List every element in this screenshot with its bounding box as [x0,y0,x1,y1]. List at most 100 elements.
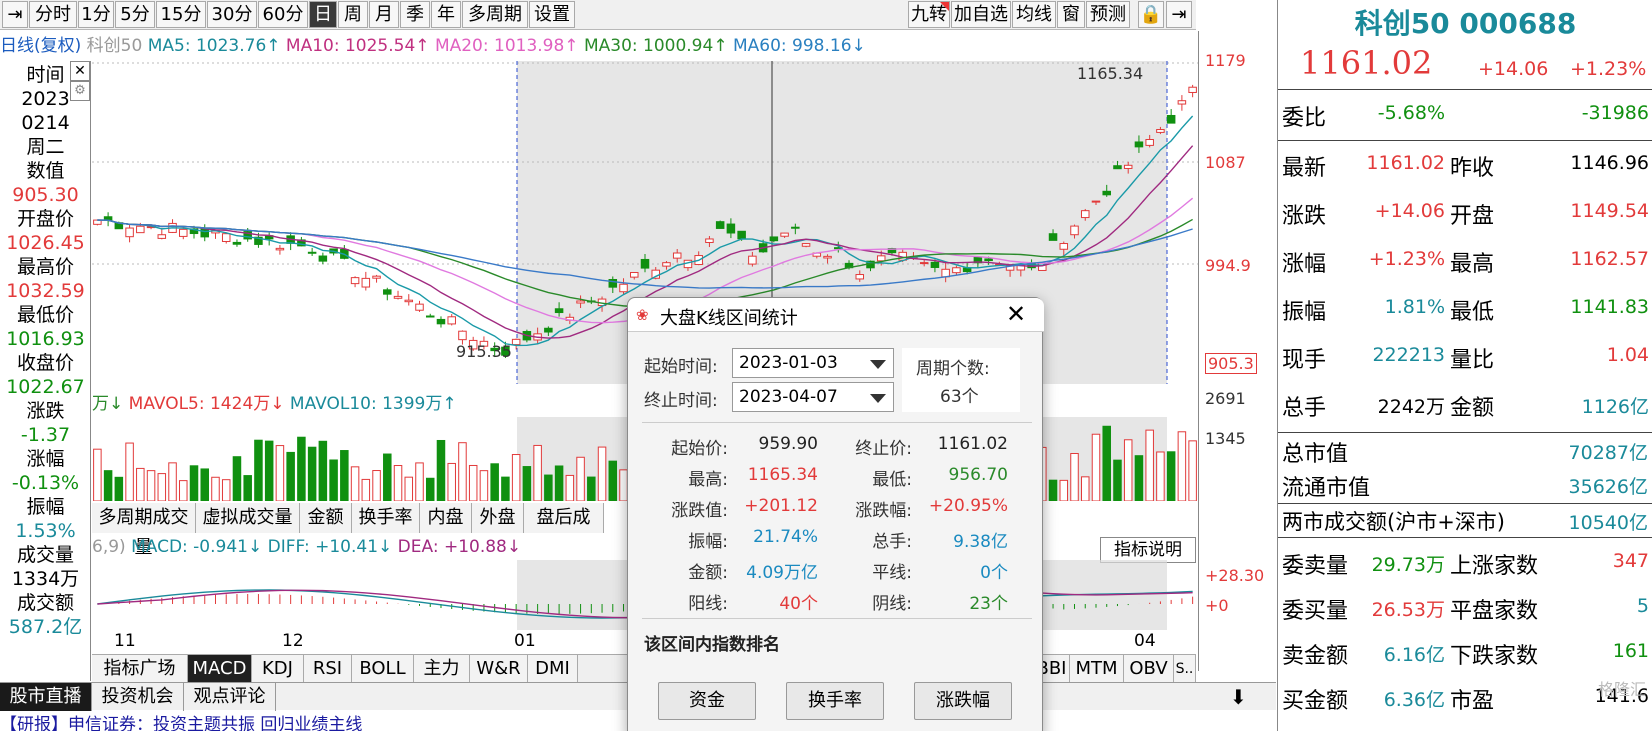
volume-bar [1059,479,1069,501]
total-mktcap-label: 总市值 [1282,442,1349,467]
start-date-select[interactable]: 2023-01-03 [732,348,894,378]
tab-turnover[interactable]: 换手率 [352,503,420,533]
tab-main-force[interactable]: 主力 [414,655,470,683]
chart-mode[interactable]: 日线(复权) [0,36,81,56]
tab-virtual-volume[interactable]: 虚拟成交量 [196,503,300,533]
volume-bar [1156,451,1165,501]
ma-button[interactable]: 均线 [1012,1,1056,28]
toggle-panel-icon[interactable]: ⇥ [2,1,28,28]
row-ask-vol: 委卖量 29.73万 上涨家数 347 [1282,550,1649,579]
tab-opportunity[interactable]: 投资机会 [92,683,184,711]
float-mktcap-label: 流通市值 [1282,476,1371,501]
tab-kdj[interactable]: KDJ [252,655,304,683]
macd-tick-2: +0 [1205,596,1229,615]
tab-15min[interactable]: 15分 [156,1,206,28]
close-icon[interactable]: ✕ [70,61,90,81]
tab-intraday[interactable]: 分时 [29,1,77,28]
candle-body [1102,190,1111,196]
stat-value: +201.12 [744,496,818,516]
tab-dmi[interactable]: DMI [528,655,578,683]
expand-icon[interactable]: ⇥ [1166,1,1192,28]
tab-more[interactable]: S.. [1174,655,1196,683]
tab-30min[interactable]: 30分 [207,1,257,28]
volume-bar [221,479,231,501]
tab-after-hours[interactable]: 盘后成 [524,503,604,533]
tab-quarterly[interactable]: 季 [400,1,430,28]
close-icon[interactable]: ✕ [1006,300,1026,328]
row-weibi: 委比 -5.68% -31986 [1282,102,1649,131]
tab-weekly[interactable]: 周 [338,1,368,28]
stat-label: 平线: [872,563,912,583]
tab-daily[interactable]: 日 [309,1,337,28]
tab-rsi[interactable]: RSI [304,655,352,683]
jiuzhuan-button[interactable]: 九转 [908,1,950,28]
gear-icon[interactable]: ⚙ [70,81,90,101]
rank-title: 该区间内指数排名 [644,635,780,655]
tab-outer[interactable]: 外盘 [472,503,524,533]
amount-value: 587.2亿 [8,616,83,638]
tab-1min[interactable]: 1分 [78,1,114,28]
settings-button[interactable]: 设置 [529,1,575,28]
candle-body [1145,139,1154,146]
tab-boll[interactable]: BOLL [352,655,414,683]
tab-monthly[interactable]: 月 [369,1,399,28]
stat-value: 956.70 [948,465,1008,485]
rank-turnover-button[interactable]: 换手率 [786,682,884,720]
pct-label: 涨幅 [26,448,65,470]
tab-indicator-plaza[interactable]: 指标广场 [92,655,188,683]
tab-inner[interactable]: 内盘 [420,503,472,533]
low-value: 1016.93 [6,328,85,350]
candle-body [952,267,961,274]
tab-60min[interactable]: 60分 [258,1,308,28]
tab-yearly[interactable]: 年 [431,1,461,28]
row-buy-amt: 买金额 6.36亿 市盈 141.6 [1282,685,1649,714]
lock-icon[interactable]: 🔒 [1138,1,1164,28]
tab-wr[interactable]: W&R [470,655,528,683]
volume-bar [522,466,532,501]
volume-bar [1134,455,1144,501]
add-watchlist-button[interactable]: 加自选 [951,1,1011,28]
tab-amount[interactable]: 金额 [300,503,352,533]
candle-body [458,330,467,341]
volume-bar [511,454,521,501]
amp-label: 振幅 [26,496,65,518]
high-value: 1032.59 [6,280,85,302]
high-label: 最高价 [16,256,74,278]
tab-multi-period-volume[interactable]: 多周期成交量 [92,503,196,558]
candle-body [383,289,392,295]
forecast-button[interactable]: 预测 [1086,1,1130,28]
volume-bar [1113,459,1122,501]
window-button[interactable]: 窗 [1057,1,1085,28]
rank-change-button[interactable]: 涨跌幅 [914,682,1012,720]
volume-bar [415,462,424,501]
candle-body [919,262,929,265]
volume-bar [232,456,242,501]
price-tick-2: 1087 [1205,153,1246,172]
tab-live[interactable]: 股市直播 [0,683,92,711]
volume-bar [286,451,295,501]
tab-multi-period[interactable]: 多周期 [462,1,528,28]
stat-label: 起始价: [671,439,728,459]
stat-value: 4.09万亿 [746,563,818,583]
volume-bar [1102,425,1111,501]
tab-obv[interactable]: OBV [1124,655,1174,683]
total-mktcap-value: 70287亿 [1568,442,1648,464]
tab-comments[interactable]: 观点评论 [184,683,276,711]
candle-body [447,316,456,325]
vol-prefix: 万↓ [92,394,124,414]
candle-body [125,227,134,238]
tab-mtm[interactable]: MTM [1070,655,1124,683]
candle-body [232,241,242,245]
candle-body [350,277,360,285]
tab-5min[interactable]: 5分 [115,1,155,28]
candle-body [876,255,886,262]
rank-capital-button[interactable]: 资金 [658,682,756,720]
download-icon[interactable]: ⬇ [1230,685,1247,709]
price-axis: 1179 1087 994.9 905.3 2691 1345 +28.30 +… [1198,31,1276,671]
candle-body [705,238,714,243]
end-date-select[interactable]: 2023-04-07 [732,382,894,412]
pct-value: -0.13% [11,472,80,494]
candle-body [791,226,800,229]
tab-macd[interactable]: MACD [188,655,252,683]
volume-label: 成交量 [16,544,74,566]
